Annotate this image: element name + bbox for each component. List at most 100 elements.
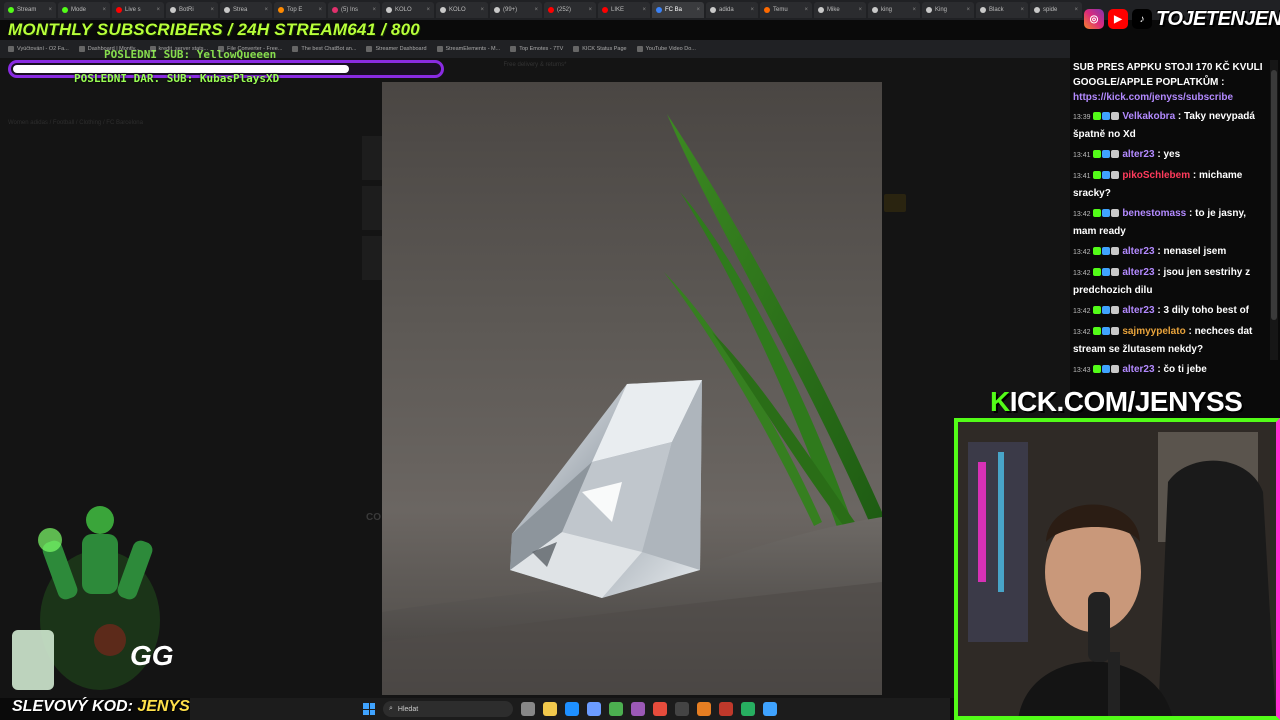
taskbar-search[interactable]: ⌕ Hledat bbox=[383, 701, 513, 717]
chat-username[interactable]: Velkakobra bbox=[1122, 111, 1175, 122]
taskbar-apps bbox=[521, 702, 777, 716]
tab-close-icon[interactable]: × bbox=[480, 7, 484, 13]
store-icon[interactable] bbox=[587, 702, 601, 716]
task-view-icon[interactable] bbox=[521, 702, 535, 716]
thumbnail[interactable] bbox=[362, 136, 382, 180]
tab-close-icon[interactable]: × bbox=[966, 7, 970, 13]
bookmark-item[interactable]: StreamElements - M... bbox=[436, 46, 501, 52]
breadcrumb[interactable]: Women adidas / Football / Clothing / FC … bbox=[8, 120, 143, 126]
thumbnail[interactable] bbox=[362, 236, 382, 280]
browser-tab[interactable]: King × bbox=[922, 2, 974, 18]
browser-tab[interactable]: spide × bbox=[1030, 2, 1082, 18]
tab-label: KOLO bbox=[395, 7, 412, 13]
chat-username[interactable]: alter23 bbox=[1122, 149, 1154, 160]
chat-username[interactable]: benestomass bbox=[1122, 208, 1186, 219]
app-icon-5[interactable] bbox=[719, 702, 733, 716]
chat-username[interactable]: pikoSchlebem bbox=[1122, 170, 1190, 181]
app-icon-4[interactable] bbox=[697, 702, 711, 716]
browser-tab[interactable]: FC Ba × bbox=[652, 2, 704, 18]
app-icon-3[interactable] bbox=[675, 702, 689, 716]
bookmark-item[interactable]: KICK Status Page bbox=[573, 46, 627, 52]
thumbnail[interactable] bbox=[362, 186, 382, 230]
product-thumbnails[interactable] bbox=[362, 136, 382, 286]
chat-username[interactable]: alter23 bbox=[1122, 305, 1154, 316]
tab-close-icon[interactable]: × bbox=[318, 7, 322, 13]
file-explorer-icon[interactable] bbox=[543, 702, 557, 716]
app-icon-2[interactable] bbox=[653, 702, 667, 716]
tab-close-icon[interactable]: × bbox=[264, 7, 268, 13]
bookmark-label: StreamElements - M... bbox=[445, 46, 501, 52]
browser-tab[interactable]: king × bbox=[868, 2, 920, 18]
chat-username[interactable]: alter23 bbox=[1122, 267, 1154, 278]
browser-tab[interactable]: Strea × bbox=[220, 2, 272, 18]
tab-label: Mode bbox=[71, 7, 87, 13]
windows-start-icon[interactable] bbox=[363, 703, 375, 715]
chat-username[interactable]: sajmyypelato bbox=[1122, 326, 1185, 337]
browser-tab[interactable]: Live s × bbox=[112, 2, 164, 18]
app-icon-6[interactable] bbox=[741, 702, 755, 716]
tab-close-icon[interactable]: × bbox=[750, 7, 754, 13]
add-to-bag-button[interactable] bbox=[884, 194, 906, 212]
tab-close-icon[interactable]: × bbox=[1020, 7, 1024, 13]
chrome-icon[interactable] bbox=[609, 702, 623, 716]
tab-close-icon[interactable]: × bbox=[372, 7, 376, 13]
browser-tab[interactable]: Black × bbox=[976, 2, 1028, 18]
browser-tab[interactable]: Mode × bbox=[58, 2, 110, 18]
edge-icon[interactable] bbox=[565, 702, 579, 716]
browser-tab[interactable]: Temu × bbox=[760, 2, 812, 18]
bookmark-item[interactable]: Top Emotes - 7TV bbox=[510, 46, 563, 52]
tab-close-icon[interactable]: × bbox=[426, 7, 430, 13]
app-icon-7[interactable] bbox=[763, 702, 777, 716]
tab-favicon-icon bbox=[170, 7, 176, 13]
chat-text: : 3 dily toho best of bbox=[1157, 305, 1250, 316]
chat-badge-icon bbox=[1101, 365, 1110, 374]
tab-close-icon[interactable]: × bbox=[156, 7, 160, 13]
chat-badge-icon bbox=[1092, 209, 1101, 218]
browser-tab[interactable]: Stream × bbox=[4, 2, 56, 18]
browser-tab[interactable]: KOLO × bbox=[436, 2, 488, 18]
tab-close-icon[interactable]: × bbox=[858, 7, 862, 13]
tab-close-icon[interactable]: × bbox=[696, 7, 700, 13]
tab-close-icon[interactable]: × bbox=[912, 7, 916, 13]
bookmark-item[interactable]: Streamer Dashboard bbox=[366, 46, 427, 52]
tab-close-icon[interactable]: × bbox=[804, 7, 808, 13]
browser-tab[interactable]: adida × bbox=[706, 2, 758, 18]
browser-tab[interactable]: (252) × bbox=[544, 2, 596, 18]
browser-tab[interactable]: LIKE × bbox=[598, 2, 650, 18]
bookmark-item[interactable]: YouTube Video Do... bbox=[636, 46, 696, 52]
tab-close-icon[interactable]: × bbox=[1074, 7, 1078, 13]
kick-url-text: ICK.COM/JENYSS bbox=[1009, 386, 1243, 417]
browser-tab[interactable]: (5) Ins × bbox=[328, 2, 380, 18]
chat-scrollbar-thumb[interactable] bbox=[1271, 70, 1277, 320]
app-icon-1[interactable] bbox=[631, 702, 645, 716]
tab-close-icon[interactable]: × bbox=[48, 7, 52, 13]
browser-tab[interactable]: KOLO × bbox=[382, 2, 434, 18]
chat-badge-icon bbox=[1101, 268, 1110, 277]
diamond bbox=[510, 380, 702, 598]
partial-heading: CO bbox=[366, 512, 381, 523]
chat-badge-icon bbox=[1092, 365, 1101, 374]
streamer-webcam bbox=[958, 422, 1276, 716]
discount-code-value: JENYS bbox=[137, 698, 190, 715]
browser-tab[interactable]: Top E × bbox=[274, 2, 326, 18]
tab-close-icon[interactable]: × bbox=[102, 7, 106, 13]
chat-username[interactable]: alter23 bbox=[1122, 364, 1154, 375]
subscribe-link[interactable]: https://kick.com/jenyss/subscribe bbox=[1073, 90, 1263, 105]
tab-close-icon[interactable]: × bbox=[588, 7, 592, 13]
tab-close-icon[interactable]: × bbox=[534, 7, 538, 13]
bookmark-favicon-icon bbox=[366, 46, 373, 52]
product-image[interactable] bbox=[382, 82, 882, 695]
tab-close-icon[interactable]: × bbox=[642, 7, 646, 13]
browser-tab[interactable]: Mike × bbox=[814, 2, 866, 18]
chat-username[interactable]: alter23 bbox=[1122, 246, 1154, 257]
bookmark-item[interactable]: The best ChatBot an... bbox=[292, 46, 356, 52]
bookmark-item[interactable]: Vyúčtování - O2 Fa... bbox=[8, 46, 69, 52]
mascot-brand-text: GG BOOSTER bbox=[130, 640, 175, 671]
browser-tab[interactable]: (99+) × bbox=[490, 2, 542, 18]
chat-badge-icon bbox=[1101, 171, 1110, 180]
bookmark-label: Streamer Dashboard bbox=[375, 46, 427, 52]
chat-badge-icon bbox=[1110, 268, 1119, 277]
browser-tab[interactable]: BotRi × bbox=[166, 2, 218, 18]
search-placeholder: Hledat bbox=[397, 705, 419, 713]
tab-close-icon[interactable]: × bbox=[210, 7, 214, 13]
